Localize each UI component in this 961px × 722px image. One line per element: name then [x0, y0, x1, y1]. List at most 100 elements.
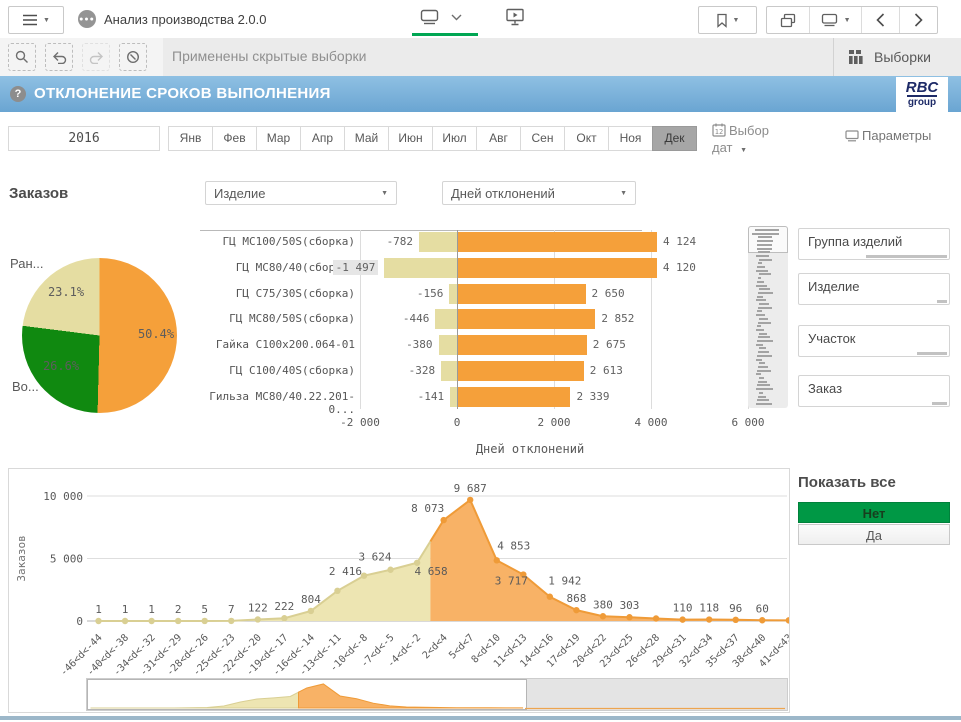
area-data-point[interactable]: [547, 594, 553, 600]
area-data-label: 303: [620, 599, 640, 612]
bar-negative[interactable]: [449, 284, 457, 304]
orders-by-deviation-area-chart[interactable]: 05 00010 000Заказов1112571222228042 4163…: [8, 468, 790, 713]
minimap-bar: [759, 333, 767, 335]
month-button-Июл[interactable]: Июл: [432, 126, 477, 151]
month-button-Дек[interactable]: Дек: [652, 126, 697, 151]
area-data-point[interactable]: [467, 497, 473, 503]
filter-listbox-1[interactable]: Группа изделий: [798, 228, 950, 260]
bar-positive[interactable]: [458, 258, 657, 278]
bar-positive[interactable]: [458, 309, 595, 329]
clear-selections-button[interactable]: [119, 43, 147, 71]
minimap-bar: [758, 322, 759, 324]
minimap-bar: [759, 314, 765, 316]
selections-panel-toggle[interactable]: Выборки: [833, 38, 961, 76]
bar-negative[interactable]: [435, 309, 457, 329]
bar-negative[interactable]: [450, 387, 457, 407]
area-data-point[interactable]: [626, 614, 632, 620]
bar-positive[interactable]: [458, 361, 584, 381]
sheet-list-button[interactable]: ▼: [809, 7, 862, 33]
area-data-label: 2: [175, 603, 182, 616]
show-all-option-no[interactable]: Нет: [798, 502, 950, 523]
month-button-Фев[interactable]: Фев: [212, 126, 257, 151]
bar-positive[interactable]: [458, 284, 586, 304]
area-data-point[interactable]: [387, 567, 393, 573]
month-button-Май[interactable]: Май: [344, 126, 389, 151]
bar-chart-minimap-scrollbar[interactable]: [748, 226, 788, 408]
area-data-point[interactable]: [122, 618, 128, 624]
area-data-point[interactable]: [440, 517, 446, 523]
dimension-dropdown[interactable]: Изделие ▼: [205, 181, 397, 205]
area-data-label: 3 624: [358, 551, 391, 564]
month-button-Ноя[interactable]: Ноя: [608, 126, 653, 151]
minimap-bar: [759, 307, 772, 309]
help-icon[interactable]: ?: [10, 86, 26, 102]
filter-listbox-2[interactable]: Изделие: [798, 273, 950, 305]
next-sheet-button[interactable]: [899, 7, 937, 33]
area-data-point[interactable]: [175, 618, 181, 624]
presentation-mode-button[interactable]: [505, 8, 525, 26]
area-data-label: 9 687: [454, 482, 487, 495]
minimap-bar: [759, 336, 770, 338]
bar-positive[interactable]: [458, 387, 570, 407]
previous-sheet-button[interactable]: [861, 7, 899, 33]
bar-negative[interactable]: [439, 335, 457, 355]
area-data-point[interactable]: [148, 618, 154, 624]
deviation-bar-chart: Дней отклонений -2 00002 0004 0006 000ГЦ…: [200, 230, 792, 462]
area-data-point[interactable]: [281, 615, 287, 621]
area-data-point[interactable]: [759, 617, 765, 623]
month-button-Мар[interactable]: Мар: [256, 126, 301, 151]
current-sheet-button[interactable]: [420, 9, 462, 25]
filter-scrollbar-thumb[interactable]: [866, 255, 947, 258]
smart-search-button[interactable]: [8, 43, 36, 71]
minimap-bar: [756, 270, 759, 272]
filter-listbox-3[interactable]: Участок: [798, 325, 950, 357]
area-chart-range-slider[interactable]: [86, 678, 788, 711]
measure-dropdown[interactable]: Дней отклонений ▼: [442, 181, 636, 205]
bar-negative[interactable]: [441, 361, 457, 381]
parameters-sheet-icon: [845, 130, 859, 142]
month-button-Апр[interactable]: Апр: [300, 126, 345, 151]
area-data-point[interactable]: [733, 617, 739, 623]
duplicate-sheet-button[interactable]: [767, 7, 809, 33]
bookmarks-button[interactable]: ▼: [698, 6, 757, 34]
month-button-Сен[interactable]: Сен: [520, 126, 565, 151]
bar-positive[interactable]: [458, 335, 587, 355]
month-button-Янв[interactable]: Янв: [168, 126, 213, 151]
area-data-point[interactable]: [494, 557, 500, 563]
area-data-point[interactable]: [679, 616, 685, 622]
filter-scrollbar-thumb[interactable]: [937, 300, 947, 303]
month-button-Июн[interactable]: Июн: [388, 126, 433, 151]
step-back-button[interactable]: [45, 43, 73, 71]
area-data-point[interactable]: [255, 616, 261, 622]
area-data-point[interactable]: [202, 618, 208, 624]
app-icon[interactable]: ●●●: [78, 10, 96, 28]
global-menu-button[interactable]: ▼: [8, 6, 64, 34]
area-data-point[interactable]: [573, 607, 579, 613]
minimap-bar: [759, 310, 762, 312]
area-data-point[interactable]: [653, 615, 659, 621]
filter-scrollbar-thumb[interactable]: [932, 402, 947, 405]
filter-scrollbar-thumb[interactable]: [917, 352, 947, 355]
show-all-option-yes[interactable]: Да: [798, 524, 950, 545]
area-data-point[interactable]: [95, 618, 101, 624]
month-button-Окт[interactable]: Окт: [564, 126, 609, 151]
bar-x-tick-label: 6 000: [716, 416, 780, 429]
bar-positive[interactable]: [458, 232, 657, 252]
app-title: Анализ производства 2.0.0: [104, 12, 266, 27]
area-data-point[interactable]: [334, 588, 340, 594]
area-data-point[interactable]: [228, 618, 234, 624]
area-data-point[interactable]: [786, 617, 789, 623]
area-data-point[interactable]: [308, 608, 314, 614]
area-data-point[interactable]: [600, 613, 606, 619]
bar-negative[interactable]: [384, 258, 457, 278]
date-picker-button[interactable]: 12 Выбор дат ▼: [712, 122, 782, 159]
filter-listbox-label: Заказ: [799, 376, 949, 396]
filter-listbox-4[interactable]: Заказ: [798, 375, 950, 407]
step-forward-button[interactable]: [82, 43, 110, 71]
active-sheet-indicator: [412, 33, 478, 36]
month-button-Авг[interactable]: Авг: [476, 126, 521, 151]
year-filter[interactable]: 2016: [8, 126, 160, 151]
area-data-point[interactable]: [706, 616, 712, 622]
bar-negative[interactable]: [419, 232, 457, 252]
parameters-button[interactable]: Параметры: [845, 128, 931, 143]
